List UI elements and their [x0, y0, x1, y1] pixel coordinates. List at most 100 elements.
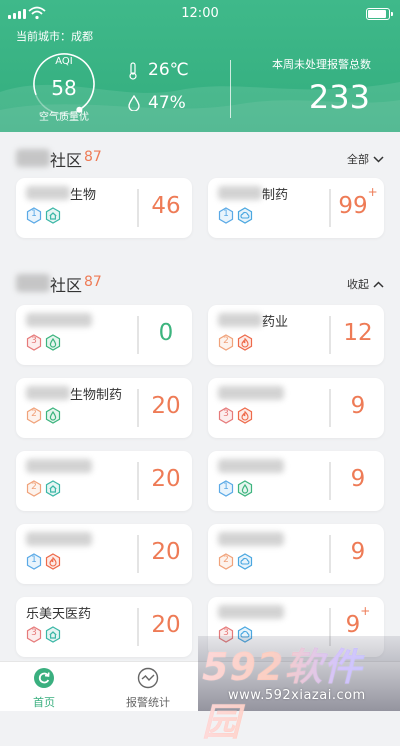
risk-level-text: 1: [31, 555, 37, 565]
company-card[interactable]: 生物制药 2 20: [16, 378, 192, 438]
status-bar: 12:00: [0, 0, 400, 28]
status-time: 12:00: [181, 6, 219, 21]
show-all-button[interactable]: 全部: [347, 151, 384, 167]
redacted-community-name: [16, 274, 50, 292]
company-badges: 1: [218, 207, 253, 224]
card-divider: [137, 462, 139, 500]
humidity-drop-icon: [128, 95, 140, 111]
risk-level-badge: 2: [218, 334, 234, 351]
redacted-company-name: [218, 313, 262, 327]
battery-icon: [366, 8, 393, 20]
company-badges: 1: [26, 207, 61, 224]
alarm-count-value: 9: [350, 466, 366, 492]
redacted-company-name: [218, 459, 284, 473]
company-card[interactable]: 29: [208, 524, 384, 584]
section-title: 社区: [50, 276, 83, 295]
risk-level-text: 2: [223, 336, 229, 346]
company-card[interactable]: 乐美天医药 3 20: [16, 597, 192, 657]
alarm-count-value: 20: [151, 539, 181, 565]
company-badges: 1: [218, 480, 253, 497]
header-divider: [230, 60, 231, 118]
home-icon: [45, 207, 61, 224]
company-badges: 2: [26, 407, 61, 424]
card-divider: [137, 189, 139, 227]
company-card[interactable]: 2 20: [16, 451, 192, 511]
card-divider: [137, 608, 139, 646]
tab-alarm-stats-label: 报警统计: [126, 696, 170, 709]
company-card[interactable]: 1 20: [16, 524, 192, 584]
tab-home[interactable]: 首页: [4, 667, 84, 710]
temperature-value: 26℃: [148, 60, 189, 80]
section-count: 87: [84, 274, 102, 290]
tab-home-label: 首页: [33, 696, 55, 709]
risk-level-text: 3: [31, 336, 37, 346]
alarm-count-value: 9: [345, 612, 361, 638]
company-badges: 2: [218, 334, 253, 351]
risk-level-text: 1: [31, 209, 37, 219]
current-city[interactable]: 当前城市：成都: [16, 28, 93, 44]
tab-alarm-stats[interactable]: 报警统计: [108, 667, 188, 710]
risk-level-text: 1: [223, 209, 229, 219]
air-quality-text: 空气质量优: [39, 112, 89, 123]
redacted-company-name: [218, 186, 262, 200]
company-card[interactable]: 3 9+: [208, 597, 384, 657]
company-badges: 3: [218, 407, 253, 424]
drop-icon: [45, 334, 61, 351]
alarm-count: 20: [140, 393, 192, 419]
company-card[interactable]: 30: [16, 305, 192, 365]
alarm-count-value: 20: [151, 393, 181, 419]
card-divider: [329, 389, 331, 427]
risk-level-text: 2: [31, 409, 37, 419]
redacted-company-name: [26, 313, 92, 327]
alarm-count-value: 0: [158, 320, 174, 346]
redacted-company-name: [26, 186, 70, 200]
company-card[interactable]: 19: [208, 451, 384, 511]
alarm-count: 20: [140, 466, 192, 492]
company-name: 乐美天医药: [26, 607, 92, 622]
redacted-company-name: [218, 605, 284, 619]
alarm-count: 99+: [332, 185, 384, 219]
chevron-up-icon: [373, 280, 384, 288]
risk-level-badge: 3: [218, 626, 234, 643]
card-divider: [329, 316, 331, 354]
risk-level-text: 1: [223, 482, 229, 492]
section-title: 社区: [50, 151, 83, 170]
company-name: 药业: [262, 315, 289, 330]
weekly-alarm-total[interactable]: 233: [309, 78, 370, 116]
risk-level-badge: 1: [26, 207, 42, 224]
cloud-icon: [237, 207, 253, 224]
alarm-count: 9: [332, 466, 384, 492]
cloud-icon: [237, 553, 253, 570]
alarm-count: 9: [332, 393, 384, 419]
company-badges: 3: [26, 626, 61, 643]
alarm-count-value: 20: [151, 612, 181, 638]
risk-level-text: 3: [223, 409, 229, 419]
risk-level-badge: 2: [26, 480, 42, 497]
redacted-community-name: [16, 149, 50, 167]
chart-line-icon: [137, 667, 159, 689]
company-card[interactable]: 39: [208, 378, 384, 438]
thermometer-icon: [129, 62, 137, 80]
collapse-button[interactable]: 收起: [347, 276, 384, 292]
company-name: 制药: [262, 188, 289, 203]
company-badges: 3: [218, 626, 253, 643]
company-card[interactable]: 生物 1 46: [16, 178, 192, 238]
alarm-count-value: 46: [151, 193, 181, 219]
bottom-tab-bar: 首页 报警统计: [0, 661, 400, 711]
redacted-company-name: [26, 386, 70, 400]
alarm-count-value: 12: [343, 320, 373, 346]
home-icon: [45, 626, 61, 643]
risk-level-badge: 3: [26, 334, 42, 351]
risk-level-text: 2: [31, 482, 37, 492]
home-icon: [45, 480, 61, 497]
risk-level-text: 2: [223, 555, 229, 565]
company-card[interactable]: 制药 1 99+: [208, 178, 384, 238]
alarm-count: 0: [140, 320, 192, 346]
section-count: 87: [84, 149, 102, 165]
alarm-count-suffix: +: [360, 604, 371, 619]
cloud-icon: [237, 626, 253, 643]
company-card[interactable]: 药业 2 12: [208, 305, 384, 365]
drop-icon: [237, 480, 253, 497]
risk-level-badge: 2: [26, 407, 42, 424]
redacted-company-name: [26, 532, 92, 546]
